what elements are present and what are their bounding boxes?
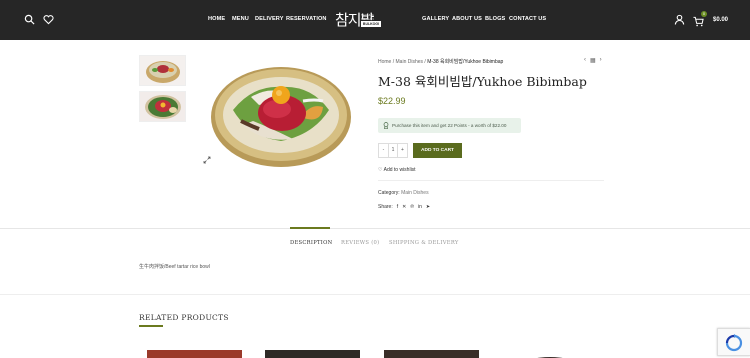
breadcrumb-home[interactable]: Home	[378, 59, 391, 65]
nav-menu[interactable]: MENU	[232, 16, 249, 22]
section-divider	[0, 294, 750, 295]
breadcrumb-category[interactable]: Main Dishes	[396, 59, 424, 65]
related-products-heading: RELATED PRODUCTS	[139, 313, 229, 322]
share-label: Share:	[378, 204, 393, 210]
cart-button[interactable]: 0	[693, 11, 707, 27]
header-left-icons	[24, 14, 54, 25]
nav-contact[interactable]: CONTACT US	[509, 16, 546, 22]
grid-icon[interactable]: ▦	[590, 57, 596, 64]
header-right-icons: 0 $0.00	[674, 11, 728, 27]
next-product-icon[interactable]: ›	[600, 57, 602, 64]
points-notice: Purchase this item and get 22 Points - a…	[378, 118, 521, 133]
breadcrumb: Home / Main Dishes / M-38 육회비빔밥/Yukhoe B…	[378, 58, 503, 65]
tabs-divider	[0, 228, 750, 229]
thumbnail-bibimbap-image	[140, 92, 185, 121]
nav-home[interactable]: HOME	[208, 16, 225, 22]
wishlist-label: Add to wishlist	[383, 167, 416, 173]
category-label: Category:	[378, 190, 400, 196]
related-product-image[interactable]	[502, 350, 597, 358]
telegram-icon[interactable]: ➤	[426, 204, 430, 210]
add-to-cart-button[interactable]: ADD TO CART	[413, 143, 462, 158]
product-title: M-38 육회비빔밥/Yukhoe Bibimbap	[378, 74, 587, 89]
twitter-icon[interactable]: ✕	[402, 204, 406, 210]
product-main-image[interactable]	[193, 55, 366, 175]
prev-product-icon[interactable]: ‹	[584, 57, 586, 64]
quantity-stepper: - 1 +	[378, 143, 408, 158]
divider	[378, 180, 604, 181]
pinterest-icon[interactable]: ℗	[410, 204, 414, 210]
share-row: Share: f ✕ ℗ in ➤	[378, 204, 430, 210]
related-product-image[interactable]	[265, 350, 360, 358]
nav-reservation[interactable]: RESERVATION	[286, 16, 327, 22]
expand-icon	[203, 156, 211, 164]
site-header: HOME MENU DELIVERY RESERVATION 참지밥 SEOUL…	[0, 0, 750, 40]
site-logo[interactable]: 참지밥 SEOUL & KOREAN BULKOGI	[335, 9, 381, 31]
points-text: Purchase this item and get 22 Points - a…	[392, 123, 507, 128]
search-icon[interactable]	[24, 14, 35, 25]
heart-icon: ♡	[378, 167, 383, 173]
nav-about[interactable]: ABOUT US	[452, 16, 482, 22]
nav-gallery[interactable]: GALLERY	[422, 16, 449, 22]
tab-description[interactable]: DESCRIPTION	[290, 240, 333, 246]
nav-blogs[interactable]: BLOGS	[485, 16, 505, 22]
user-icon[interactable]	[674, 14, 685, 25]
bibimbap-bowl-image	[193, 55, 366, 175]
logo-sub-label: SEOUL & KOREAN	[361, 13, 374, 21]
breadcrumb-separator: /	[424, 59, 426, 65]
qty-input[interactable]: 1	[388, 144, 398, 157]
product-thumbnail-1[interactable]	[139, 55, 186, 86]
breadcrumb-separator: /	[392, 59, 395, 65]
linkedin-icon[interactable]: in	[418, 204, 422, 210]
category-link[interactable]: Main Dishes	[401, 190, 429, 196]
badge-icon	[383, 122, 389, 129]
product-thumbnail-2[interactable]	[139, 91, 186, 122]
tab-shipping[interactable]: SHIPPING & DELIVERY	[389, 240, 459, 246]
thumbnail-bowl-image	[140, 56, 185, 85]
facebook-icon[interactable]: f	[397, 204, 398, 210]
product-category: Category: Main Dishes	[378, 190, 429, 196]
heading-underline	[139, 325, 163, 327]
related-product-image[interactable]	[147, 350, 242, 358]
zoom-button[interactable]	[199, 152, 215, 168]
product-price: $22.99	[378, 96, 406, 106]
breadcrumb-current: M-38 육회비빔밥/Yukhoe Bibimbap	[427, 59, 504, 65]
logo-badge: BULKOGI	[361, 21, 381, 27]
recaptcha-icon	[725, 334, 743, 352]
nav-delivery[interactable]: DELIVERY	[255, 16, 284, 22]
cart-icon	[693, 16, 704, 27]
qty-plus-button[interactable]: +	[398, 144, 407, 157]
qty-minus-button[interactable]: -	[379, 144, 388, 157]
cart-count-badge: 0	[700, 11, 707, 17]
recaptcha-badge[interactable]	[717, 328, 750, 356]
related-product-image[interactable]	[384, 350, 479, 358]
heart-icon[interactable]	[43, 14, 54, 25]
active-tab-indicator	[290, 227, 330, 229]
product-description: 生牛肉拌饭/Beef tartar rice bowl	[139, 264, 210, 270]
product-navigation: ‹ ▦ ›	[584, 57, 602, 64]
cart-total[interactable]: $0.00	[713, 17, 728, 23]
add-to-wishlist-link[interactable]: ♡ Add to wishlist	[378, 167, 416, 173]
tab-reviews[interactable]: REVIEWS (0)	[341, 240, 379, 246]
